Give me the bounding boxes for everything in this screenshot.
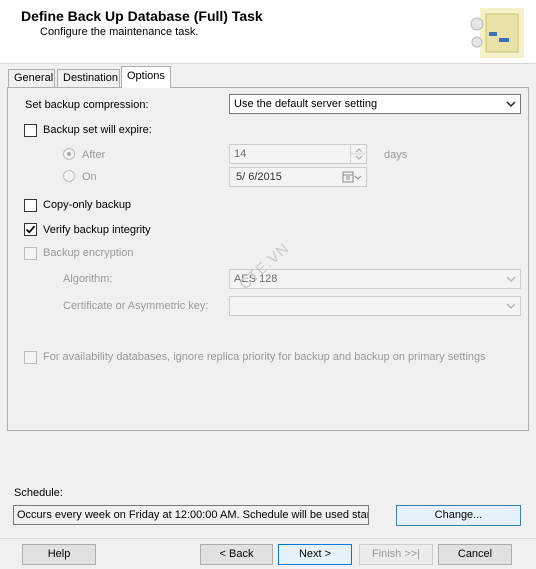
tab-general[interactable]: General: [8, 69, 55, 87]
chevron-down-icon: [506, 303, 516, 310]
availability-checkbox[interactable]: [24, 351, 37, 364]
on-date-value: 5/ 6/2015: [236, 171, 282, 183]
after-unit-label: days: [384, 149, 408, 161]
certificate-label: Certificate or Asymmetric key:: [63, 300, 209, 312]
copy-only-checkbox[interactable]: [24, 199, 37, 212]
compression-select[interactable]: Use the default server setting: [229, 94, 521, 114]
tab-destination[interactable]: Destination: [57, 69, 120, 87]
on-radio[interactable]: [63, 170, 75, 182]
expire-checkbox[interactable]: [24, 124, 37, 137]
verify-label: Verify backup integrity: [43, 224, 151, 236]
compression-label: Set backup compression:: [25, 99, 149, 111]
change-schedule-button[interactable]: Change...: [396, 505, 521, 526]
spinner-arrows-icon[interactable]: [350, 145, 367, 163]
schedule-value: Occurs every week on Friday at 12:00:00 …: [17, 509, 369, 521]
after-days-spinner[interactable]: 14: [229, 144, 367, 164]
on-date-picker[interactable]: 5/ 6/2015: [229, 167, 367, 187]
encryption-checkbox[interactable]: [24, 247, 37, 260]
tab-options[interactable]: Options: [121, 66, 171, 88]
encryption-label: Backup encryption: [43, 247, 134, 259]
after-label: After: [82, 149, 106, 161]
after-days-value: 14: [234, 148, 247, 160]
compression-value: Use the default server setting: [234, 98, 378, 110]
chevron-down-icon: [506, 276, 516, 283]
algorithm-select[interactable]: AES 128: [229, 269, 521, 289]
dialog-header: Define Back Up Database (Full) Task Conf…: [0, 0, 536, 64]
footer-divider: [0, 538, 536, 539]
help-button[interactable]: Help: [22, 544, 96, 565]
next-button[interactable]: Next >: [278, 544, 352, 565]
expire-label: Backup set will expire:: [43, 124, 152, 136]
availability-label: For availability databases, ignore repli…: [43, 351, 486, 363]
schedule-label: Schedule:: [14, 487, 63, 499]
on-label: On: [82, 171, 97, 183]
chevron-down-icon: [506, 101, 516, 108]
dialog-subtitle: Configure the maintenance task.: [40, 26, 199, 38]
finish-button[interactable]: Finish >>|: [359, 544, 433, 565]
calendar-icon[interactable]: [342, 171, 362, 183]
copy-only-label: Copy-only backup: [43, 199, 132, 211]
checkmark-icon: [25, 225, 36, 234]
after-radio[interactable]: [63, 148, 75, 160]
dialog-title: Define Back Up Database (Full) Task: [21, 8, 263, 24]
maintenance-task-icon: [466, 6, 528, 60]
verify-checkbox[interactable]: [24, 223, 37, 236]
schedule-description: Occurs every week on Friday at 12:00:00 …: [13, 505, 369, 525]
algorithm-label: Algorithm:: [63, 273, 113, 285]
back-button[interactable]: < Back: [200, 544, 273, 565]
certificate-select[interactable]: [229, 296, 521, 316]
cancel-button[interactable]: Cancel: [438, 544, 512, 565]
